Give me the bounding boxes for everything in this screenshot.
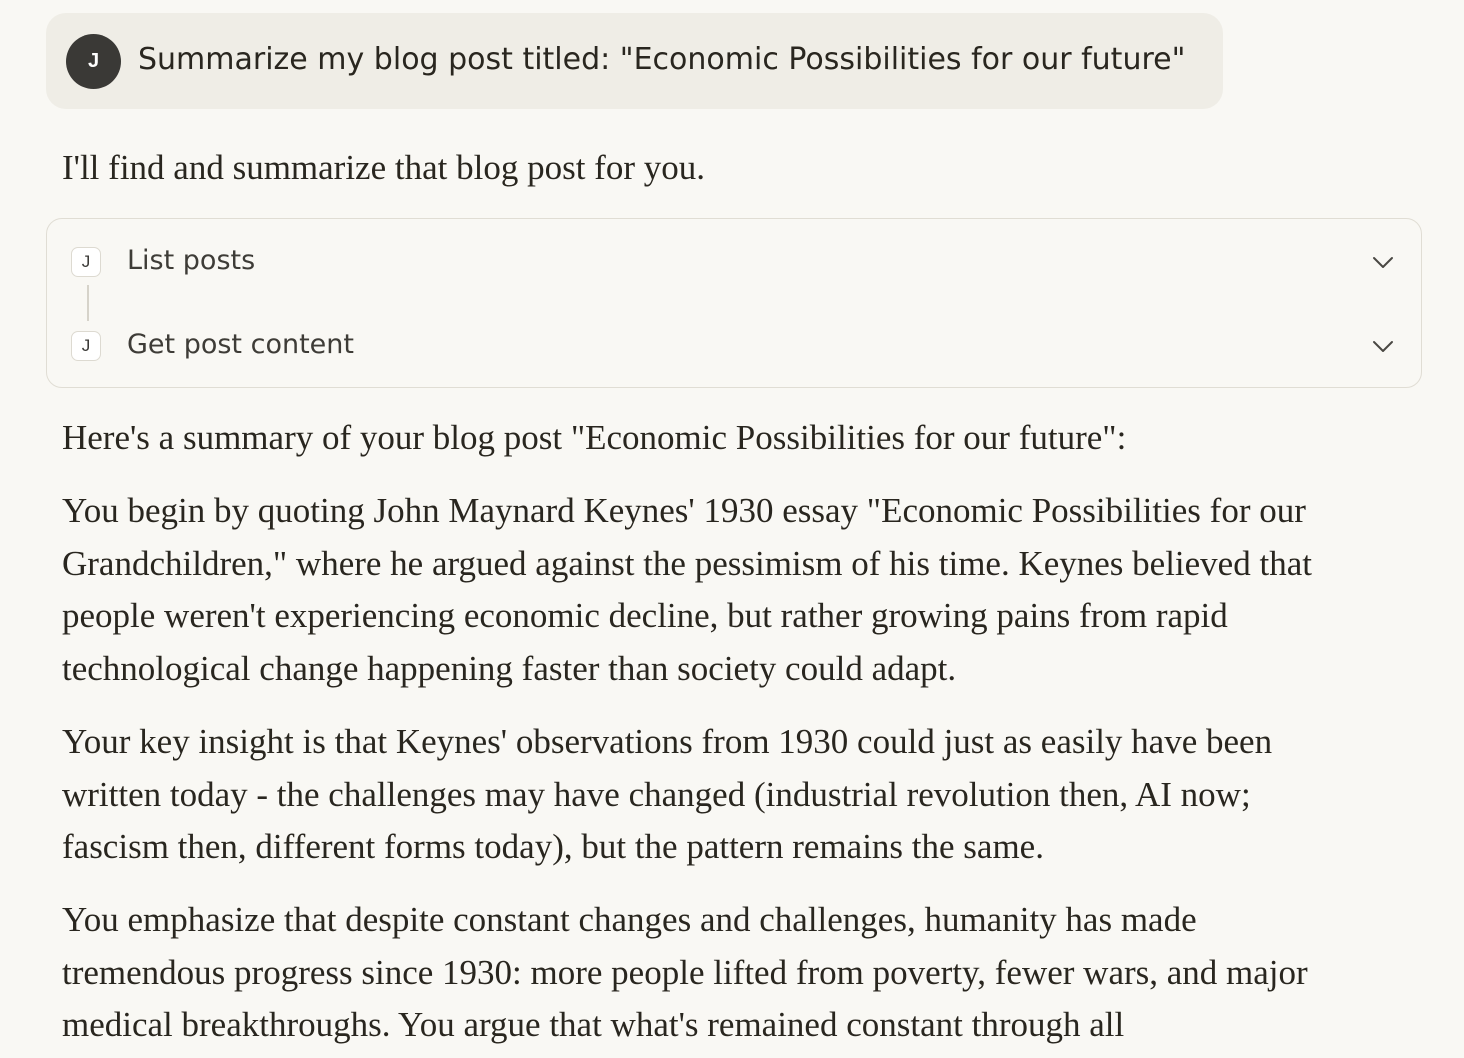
tool-app-icon: J <box>71 331 101 361</box>
tool-label: Get post content <box>127 329 354 360</box>
tool-call-list-posts[interactable]: J List posts <box>47 236 1421 286</box>
user-message-bubble: J Summarize my blog post titled: "Econom… <box>46 13 1223 109</box>
tool-calls-panel: J List posts J Get post content <box>46 218 1422 388</box>
tool-connector-line <box>87 285 89 321</box>
chevron-down-icon[interactable] <box>1371 334 1395 358</box>
chevron-down-icon[interactable] <box>1371 250 1395 274</box>
summary-heading: Here's a summary of your blog post "Econ… <box>62 418 1127 457</box>
assistant-intro: I'll find and summarize that blog post f… <box>62 148 705 187</box>
summary-paragraph: You emphasize that despite constant chan… <box>62 900 1308 1044</box>
tool-call-get-post-content[interactable]: J Get post content <box>47 320 1421 370</box>
summary-paragraph: Your key insight is that Keynes' observa… <box>62 722 1273 866</box>
summary-paragraph: You begin by quoting John Maynard Keynes… <box>62 491 1312 688</box>
user-avatar: J <box>66 34 121 89</box>
tool-label: List posts <box>127 245 256 276</box>
user-message-text: Summarize my blog post titled: "Economic… <box>138 42 1186 77</box>
tool-app-icon: J <box>71 247 101 277</box>
